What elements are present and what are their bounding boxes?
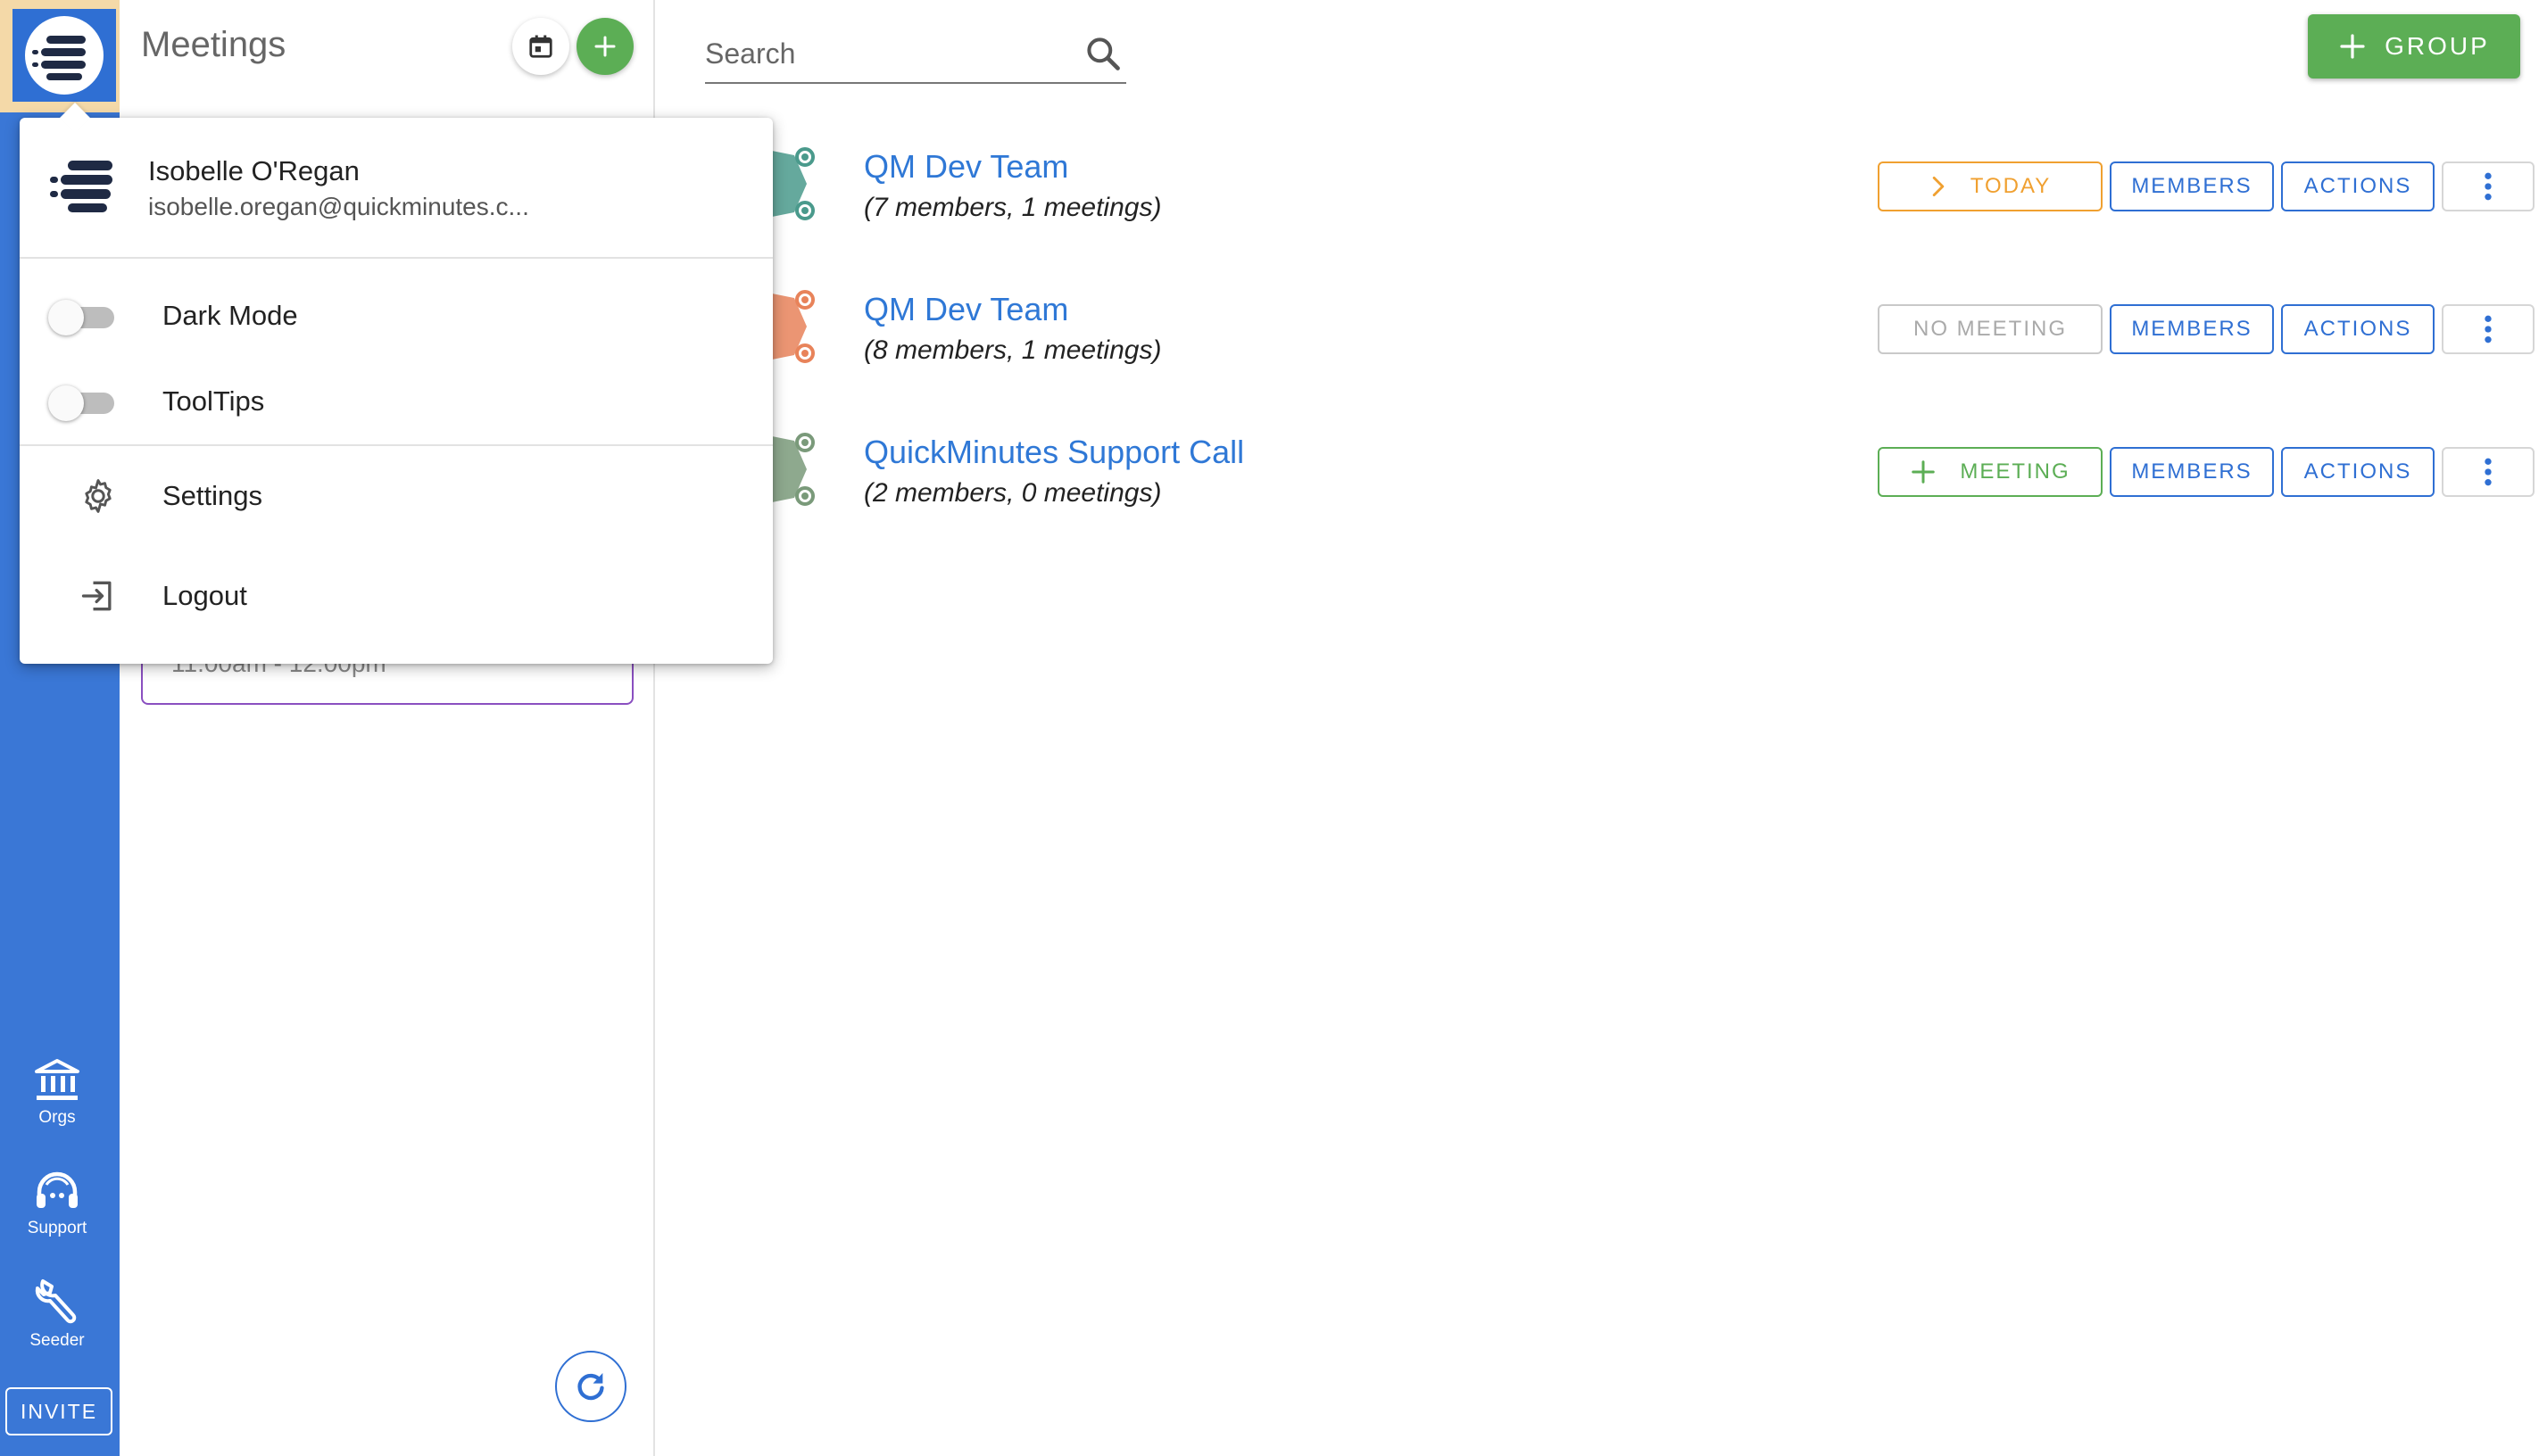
actions-button[interactable]: ACTIONS (2281, 447, 2435, 497)
group-summary: (8 members, 1 meetings) (864, 335, 1162, 365)
gear-icon (85, 479, 112, 513)
calendar-icon (529, 35, 552, 58)
toggle-thumb (48, 385, 84, 421)
user-email: isobelle.oregan@quickminutes.c... (148, 193, 529, 220)
user-name: Isobelle O'Regan (148, 155, 360, 186)
search-icon[interactable] (1083, 34, 1123, 73)
bank-icon (35, 1059, 79, 1100)
logout-icon (81, 581, 112, 611)
dark-mode-toggle[interactable] (48, 300, 120, 335)
menu-item-settings[interactable]: Settings (20, 453, 773, 539)
members-button[interactable]: MEMBERS (2110, 161, 2274, 211)
logout-label: Logout (162, 580, 247, 611)
today-label: TODAY (1970, 174, 2052, 198)
more-vert-icon (2485, 315, 2492, 343)
tooltips-row[interactable]: ToolTips (20, 359, 773, 444)
group-name-link[interactable]: QM Dev Team (864, 148, 1068, 186)
sidebar-item-seeder[interactable]: Seeder (0, 1278, 114, 1351)
chevron-right-icon (1932, 176, 1945, 197)
refresh-button[interactable] (555, 1351, 626, 1422)
sidebar-item-label: Orgs (38, 1108, 76, 1127)
add-group-button[interactable]: GROUP (2308, 14, 2520, 79)
meetings-title: Meetings (141, 25, 286, 64)
dark-mode-label: Dark Mode (162, 300, 298, 331)
headset-icon (37, 1171, 78, 1208)
settings-label: Settings (162, 480, 263, 511)
add-group-label: GROUP (2385, 32, 2490, 60)
group-name-link[interactable]: QuickMinutes Support Call (864, 434, 1244, 471)
add-meeting-label: MEETING (1960, 459, 2070, 484)
profile-header: Isobelle O'Regan isobelle.oregan@quickmi… (20, 118, 773, 259)
wrench-icon (35, 1279, 77, 1324)
group-summary: (7 members, 1 meetings) (864, 193, 1162, 222)
more-menu-button[interactable] (2442, 304, 2535, 354)
tooltips-label: ToolTips (162, 385, 265, 417)
more-menu-button[interactable] (2442, 447, 2535, 497)
actions-button[interactable]: ACTIONS (2281, 304, 2435, 354)
actions-button[interactable]: ACTIONS (2281, 161, 2435, 211)
dark-mode-row[interactable]: Dark Mode (20, 273, 773, 359)
sidebar-item-support[interactable]: Support (0, 1169, 114, 1238)
user-avatar-icon (50, 161, 112, 212)
app-logo (12, 9, 116, 102)
group-summary: (2 members, 0 meetings) (864, 478, 1162, 508)
profile-menu: Isobelle O'Regan isobelle.oregan@quickmi… (20, 103, 773, 664)
add-meeting-button[interactable] (577, 18, 634, 75)
more-menu-button[interactable] (2442, 161, 2535, 211)
tooltips-toggle[interactable] (48, 385, 120, 421)
plus-icon (594, 36, 616, 57)
quickminutes-logo-icon (25, 16, 104, 95)
members-button[interactable]: MEMBERS (2110, 304, 2274, 354)
refresh-icon (577, 1373, 604, 1401)
menu-item-logout[interactable]: Logout (20, 553, 773, 639)
more-vert-icon (2485, 458, 2492, 486)
plus-icon (2340, 34, 2365, 59)
sidebar-item-label: Support (27, 1219, 87, 1237)
app-logo-button[interactable] (0, 0, 129, 112)
sidebar-item-orgs[interactable]: Orgs (0, 1058, 114, 1128)
no-meeting-button[interactable]: NO MEETING (1878, 304, 2103, 354)
plus-icon (1912, 460, 1936, 484)
menu-divider (20, 444, 773, 446)
members-button[interactable]: MEMBERS (2110, 447, 2274, 497)
search-bar[interactable] (705, 27, 1126, 84)
today-button[interactable]: TODAY (1878, 161, 2103, 211)
search-input[interactable] (705, 34, 1062, 73)
group-name-link[interactable]: QM Dev Team (864, 291, 1068, 328)
more-vert-icon (2485, 172, 2492, 201)
sidebar-item-label: Seeder (29, 1331, 85, 1350)
add-meeting-group-button[interactable]: MEETING (1878, 447, 2103, 497)
invite-button[interactable]: INVITE (5, 1387, 112, 1435)
calendar-button[interactable] (512, 18, 569, 75)
toggle-thumb (48, 300, 84, 335)
